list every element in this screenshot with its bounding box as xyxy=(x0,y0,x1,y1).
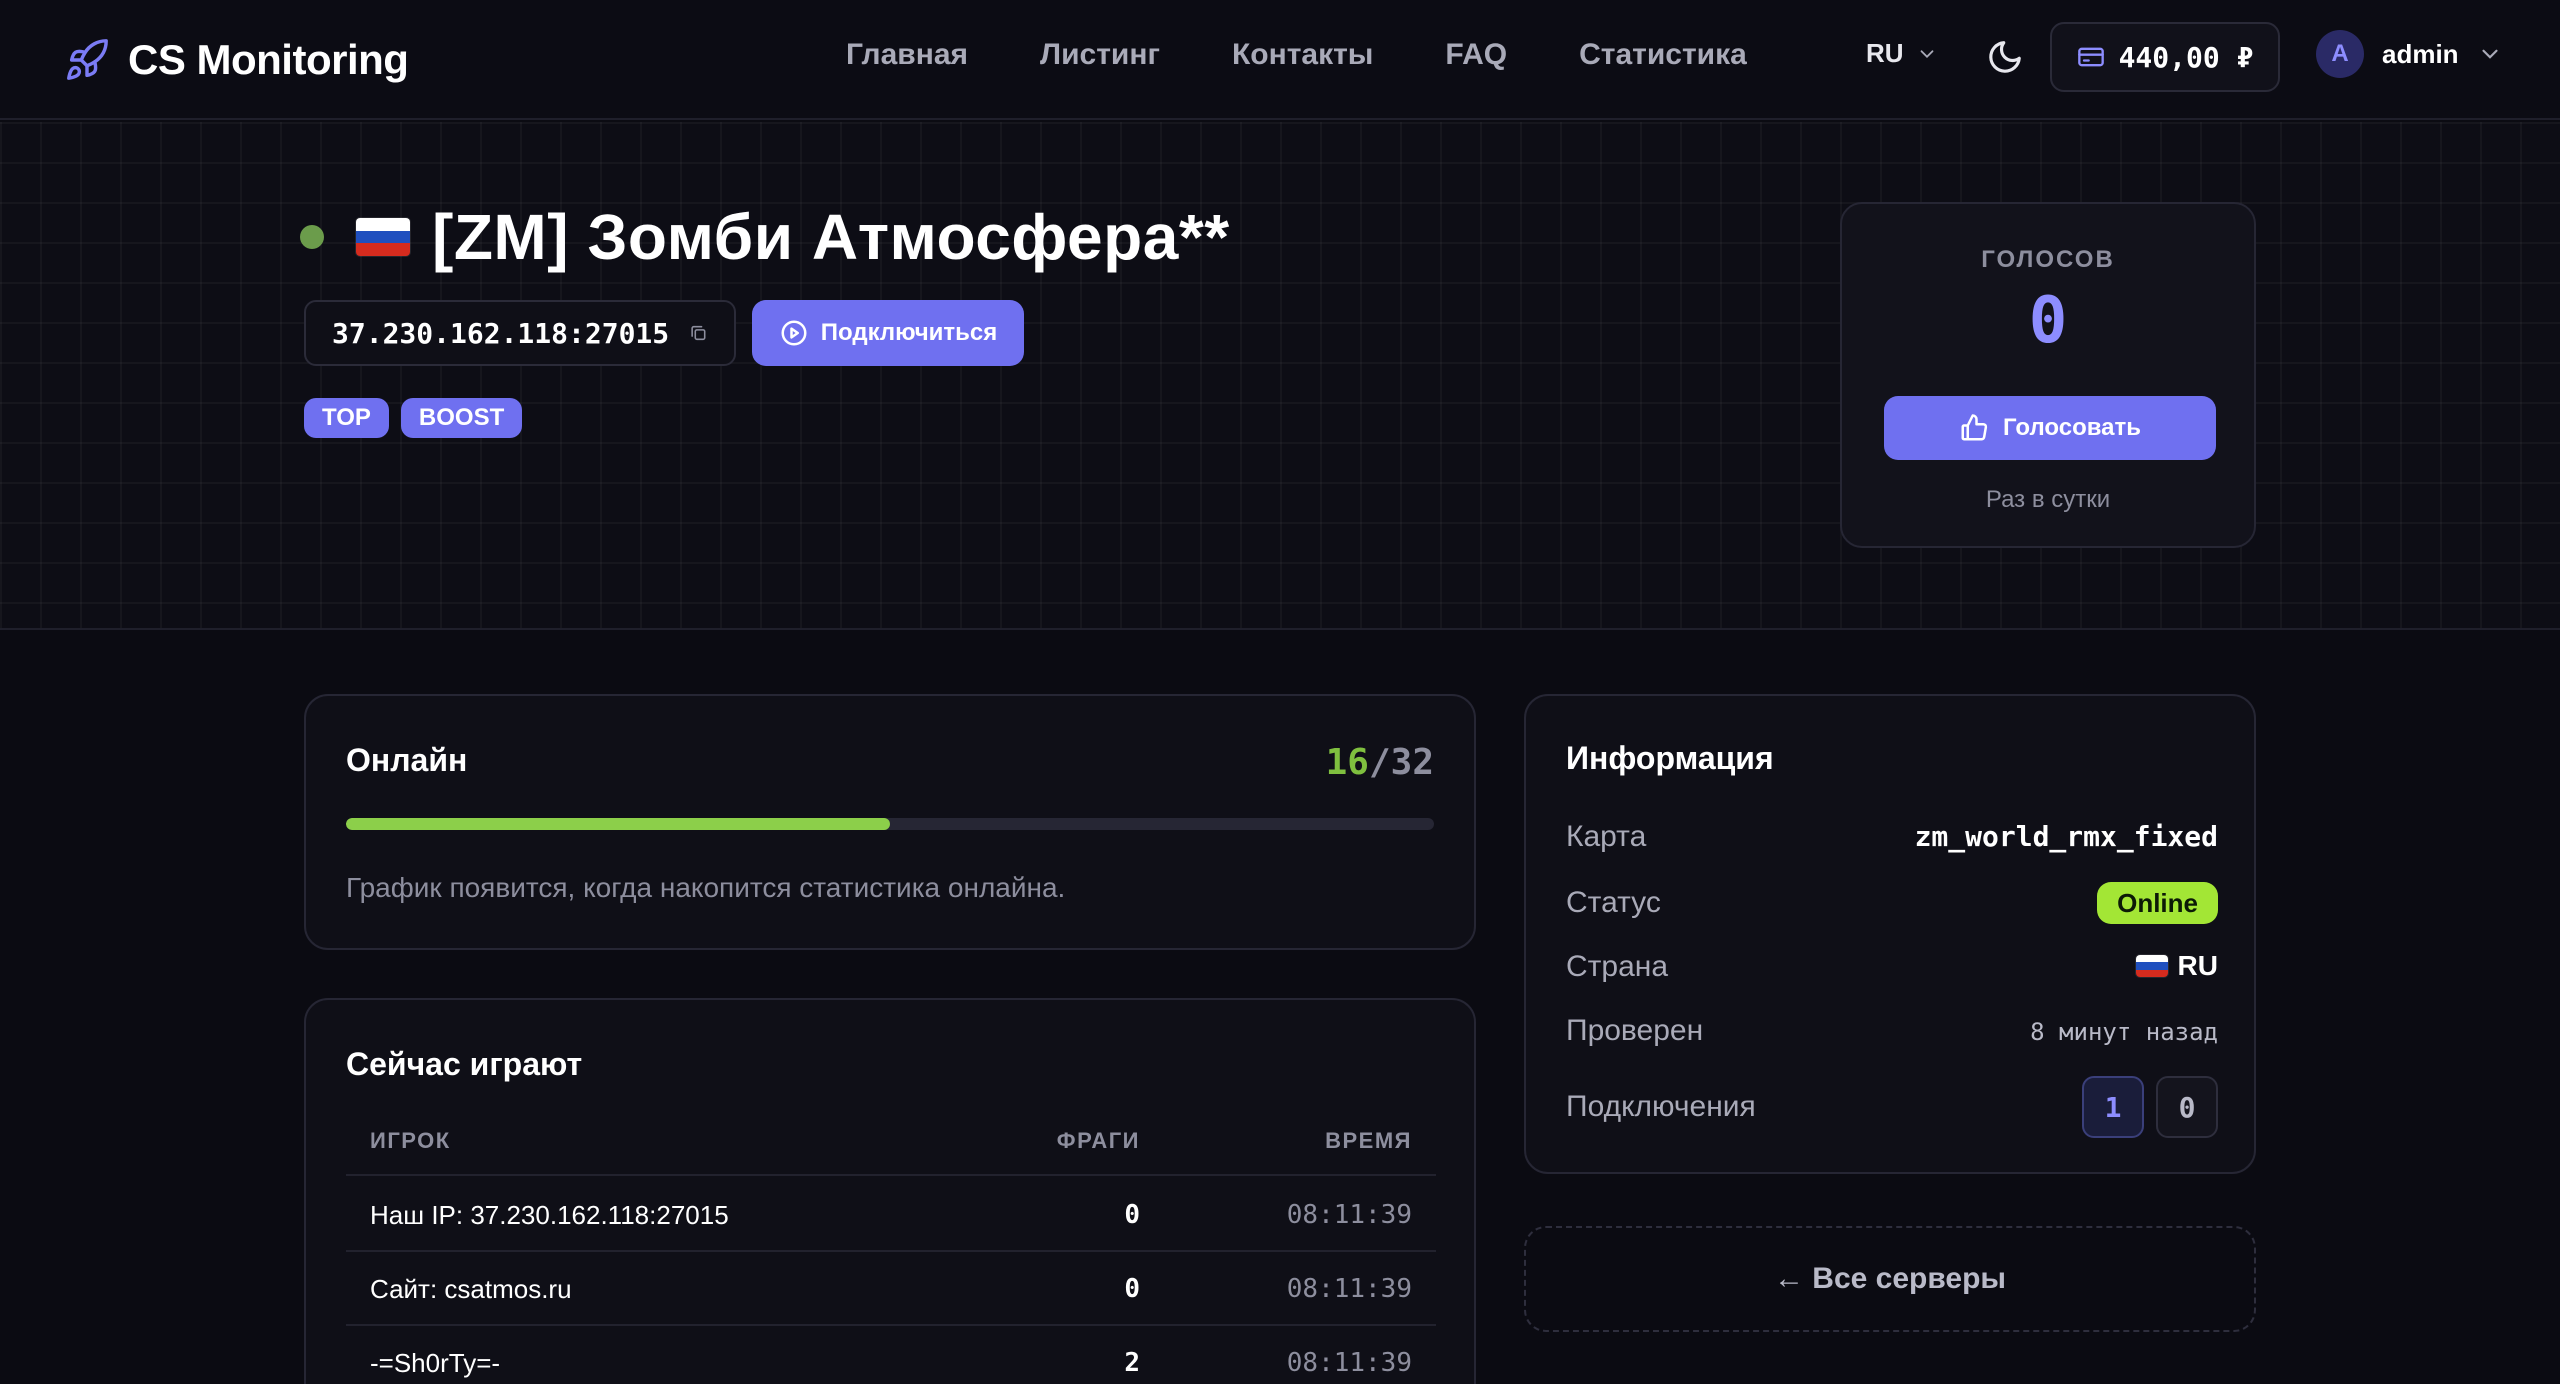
players-title: Сейчас играют xyxy=(346,1046,583,1082)
online-separator: / xyxy=(1368,742,1391,783)
votes-label: ГОЛОСОВ xyxy=(1981,246,2115,273)
map-value: zm_world_rmx_fixed xyxy=(1914,820,2218,853)
user-menu[interactable]: A admin xyxy=(2316,30,2503,78)
players-card: Сейчас играют ИГРОК ФРАГИ ВРЕМЯ Наш IP: … xyxy=(304,998,1476,1384)
info-title: Информация xyxy=(1566,740,1774,776)
all-servers-button[interactable]: ← Все серверы xyxy=(1524,1226,2256,1332)
online-note: График появится, когда накопится статист… xyxy=(346,872,1066,903)
russia-flag-icon xyxy=(2135,955,2168,977)
checked-label: Проверен xyxy=(1566,1014,1704,1047)
language-selector[interactable]: RU xyxy=(1866,38,1938,69)
table-row: Сайт: csatmos.ru 0 08:11:39 xyxy=(346,1252,1436,1326)
nav-statistics[interactable]: Статистика xyxy=(1579,38,1747,72)
connections-count-secondary: 0 xyxy=(2156,1076,2218,1138)
vote-button-label: Голосовать xyxy=(2002,414,2142,441)
language-value: RU xyxy=(1866,38,1904,68)
map-label: Карта xyxy=(1566,820,1647,853)
rocket-icon xyxy=(67,39,108,80)
russia-flag-icon xyxy=(356,218,410,256)
status-dot-icon xyxy=(300,225,324,249)
table-row: -=Sh0rTy=- 2 08:11:39 xyxy=(346,1326,1436,1384)
column-frags: ФРАГИ xyxy=(1056,1128,1140,1153)
vote-button[interactable]: Голосовать xyxy=(1884,396,2216,460)
players-table-header: ИГРОК ФРАГИ ВРЕМЯ xyxy=(346,1128,1436,1176)
column-player: ИГРОК xyxy=(370,1128,451,1153)
server-ip-box[interactable]: 37.230.162.118:27015 xyxy=(304,300,736,366)
connect-label: Подключиться xyxy=(820,319,998,346)
server-ip: 37.230.162.118:27015 xyxy=(332,316,670,350)
online-current: 16 xyxy=(1325,742,1369,783)
top-header: CS Monitoring Главная Листинг Контакты F… xyxy=(0,0,2560,120)
vote-note: Раз в сутки xyxy=(1985,486,2111,513)
copy-icon[interactable] xyxy=(689,321,708,345)
info-row-status: Статус Online xyxy=(1566,876,2218,926)
brand-name: CS Monitoring xyxy=(128,36,409,83)
online-title: Онлайн xyxy=(346,742,468,778)
online-progress-fill xyxy=(346,818,890,830)
info-row-connections: Подключения 1 0 xyxy=(1566,1076,2218,1138)
moon-icon[interactable] xyxy=(1986,38,2024,76)
country-value-wrap: RU xyxy=(2135,950,2218,982)
checked-value: 8 минут назад xyxy=(2030,1018,2218,1046)
online-card: Онлайн 16/32 График появится, когда нако… xyxy=(304,694,1476,950)
chevron-down-icon xyxy=(1920,49,1933,58)
info-row-country: Страна RU xyxy=(1566,940,2218,990)
info-card: Информация Карта zm_world_rmx_fixed Стат… xyxy=(1524,694,2256,1174)
server-title-row: [ZM] Зомби Атмосфера** xyxy=(300,200,1230,274)
country-label: Страна xyxy=(1566,950,1669,983)
connections-label: Подключения xyxy=(1566,1090,1756,1123)
player-name: Сайт: csatmos.ru xyxy=(370,1274,572,1304)
table-row: Наш IP: 37.230.162.118:27015 0 08:11:39 xyxy=(346,1178,1436,1252)
vote-card: ГОЛОСОВ 0 Голосовать Раз в сутки xyxy=(1840,202,2256,548)
username: admin xyxy=(2382,38,2459,69)
online-progress-bar xyxy=(346,818,1434,830)
info-row-checked: Проверен 8 минут назад xyxy=(1566,1004,2218,1054)
player-frags: 0 xyxy=(1124,1200,1140,1230)
player-time: 08:11:39 xyxy=(1286,1200,1412,1230)
balance-button[interactable]: 440,00 ₽ xyxy=(2050,22,2280,92)
info-row-map: Карта zm_world_rmx_fixed xyxy=(1566,810,2218,860)
balance-value: 440,00 ₽ xyxy=(2118,40,2254,74)
online-max: 32 xyxy=(1390,742,1434,783)
player-time: 08:11:39 xyxy=(1286,1274,1412,1304)
server-tags: TOP BOOST xyxy=(304,398,523,438)
thumbs-up-icon xyxy=(1961,414,1988,441)
tag-boost: BOOST xyxy=(400,398,523,438)
server-title: [ZM] Зомби Атмосфера** xyxy=(432,201,1230,273)
nav-contacts[interactable]: Контакты xyxy=(1232,38,1373,72)
votes-count: 0 xyxy=(2028,284,2068,358)
brand-logo[interactable]: CS Monitoring xyxy=(64,30,409,90)
column-time: ВРЕМЯ xyxy=(1325,1128,1412,1153)
connect-button[interactable]: Подключиться xyxy=(752,300,1024,366)
server-hero: [ZM] Зомби Атмосфера** 37.230.162.118:27… xyxy=(0,122,2560,630)
main-nav: Главная Листинг Контакты FAQ Статистика xyxy=(846,38,1747,72)
play-circle-icon xyxy=(781,320,807,346)
avatar: A xyxy=(2316,30,2364,78)
connections-count-primary: 1 xyxy=(2082,1076,2144,1138)
wallet-icon xyxy=(2077,47,2104,67)
all-servers-label: ← Все серверы xyxy=(1773,1262,2007,1295)
online-count: 16/32 xyxy=(1326,742,1434,783)
player-name: -=Sh0rTy=- xyxy=(370,1348,501,1378)
player-frags: 2 xyxy=(1124,1348,1140,1378)
nav-listing[interactable]: Листинг xyxy=(1040,38,1160,72)
nav-faq[interactable]: FAQ xyxy=(1445,38,1507,72)
player-frags: 0 xyxy=(1124,1274,1140,1304)
country-value: RU xyxy=(2177,950,2218,981)
player-time: 08:11:39 xyxy=(1286,1348,1412,1378)
tag-top: TOP xyxy=(304,398,389,438)
player-name: Наш IP: 37.230.162.118:27015 xyxy=(370,1200,729,1230)
nav-home[interactable]: Главная xyxy=(846,38,968,72)
status-label: Статус xyxy=(1566,886,1661,919)
status-badge: Online xyxy=(2097,882,2218,924)
chevron-down-icon xyxy=(2481,49,2498,59)
